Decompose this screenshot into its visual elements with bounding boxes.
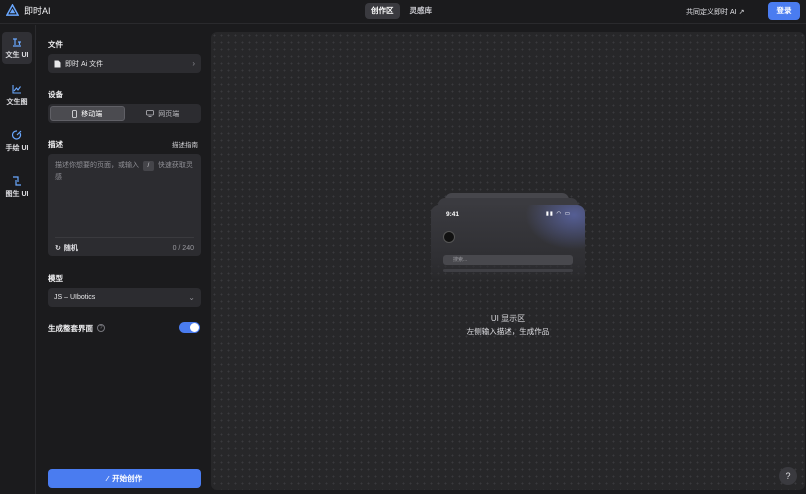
rail-item-sketch-to-ui[interactable]: 手绘 UI: [2, 125, 32, 157]
model-select[interactable]: JS – UIbotics ⌄: [48, 288, 201, 307]
text-to-ui-icon: [13, 37, 21, 47]
app-name: 即时AI: [24, 6, 51, 16]
model-section-title: 模型: [48, 274, 63, 283]
top-nav: 创作区 灵感库: [365, 3, 438, 19]
device-section-title: 设备: [48, 90, 63, 99]
settings-panel: 文件 即时 Ai 文件 › 设备 移动端 网页端 描述 描述指南 描述你想要的页…: [37, 25, 209, 494]
model-value: JS – UIbotics: [54, 294, 96, 301]
rail-label: 文生 UI: [5, 51, 29, 59]
rail-label: 文生图: [6, 98, 28, 106]
file-icon: [54, 60, 61, 67]
phone-time: 9:41: [446, 211, 460, 218]
char-counter: 0 / 240: [172, 244, 194, 252]
avatar: [443, 231, 455, 243]
tab-create[interactable]: 创作区: [365, 3, 400, 19]
phone-status-icons: ▮▮ ◠ ▭: [545, 211, 571, 217]
rail-item-text-to-ui[interactable]: 文生 UI: [2, 32, 32, 64]
monitor-icon: [146, 110, 155, 117]
magic-wand-icon: ⁄: [106, 474, 109, 483]
rail-item-text-to-image[interactable]: 文生图: [2, 79, 32, 111]
toggle-knob: [190, 323, 199, 332]
phone-preview-illustration: 9:41 ▮▮ ◠ ▭ 搜索...: [431, 193, 585, 283]
canvas-title: UI 显示区: [490, 314, 526, 323]
tab-inspiration[interactable]: 灵感库: [404, 3, 439, 19]
rail-item-image-to-ui[interactable]: 图生 UI: [2, 171, 32, 203]
phone-card-front: 9:41 ▮▮ ◠ ▭ 搜索...: [431, 205, 585, 283]
help-circle-icon[interactable]: ?: [97, 324, 105, 332]
mode-rail: 文生 UI 文生图 手绘 UI 图生 UI: [0, 25, 36, 494]
description-footer: ↻ 随机 0 / 240: [55, 237, 194, 253]
device-option-mobile[interactable]: 移动端: [50, 106, 125, 121]
slash-shortcut-key: /: [142, 161, 154, 171]
external-link-icon: ↗: [738, 9, 745, 16]
random-button[interactable]: ↻ 随机: [55, 243, 173, 253]
description-textarea[interactable]: 描述你想要的页面，或输入 / 快速获取灵感 ↻ 随机 0 / 240: [48, 154, 201, 256]
file-name: 即时 Ai 文件: [65, 60, 104, 68]
description-section-title: 描述: [48, 140, 63, 149]
placeholder-text-1: 描述你想要的页面，或输入: [55, 162, 139, 169]
top-bar: 即时AI 创作区 灵感库 共同定义即时 AI ↗ 登录: [0, 0, 806, 24]
mobile-icon: [72, 109, 78, 118]
device-option-web[interactable]: 网页端: [127, 106, 200, 121]
app-logo-icon: [6, 4, 19, 16]
chevron-down-icon: ⌄: [188, 293, 195, 302]
full-interface-row: 生成整套界面 ?: [48, 322, 201, 334]
sketch-icon: [12, 129, 22, 140]
co-define-link[interactable]: 共同定义即时 AI ↗: [686, 7, 744, 17]
image-gen-icon: [12, 84, 21, 94]
canvas-subtitle: 左侧输入描述，生成作品: [466, 327, 550, 336]
file-selector[interactable]: 即时 Ai 文件 ›: [48, 54, 201, 73]
brand[interactable]: 即时AI: [6, 4, 51, 17]
co-define-label: 共同定义即时 AI: [686, 9, 737, 16]
full-interface-label: 生成整套界面: [48, 323, 93, 333]
full-interface-toggle[interactable]: [179, 322, 200, 333]
help-button[interactable]: ?: [779, 467, 797, 485]
phone-content-line: [443, 269, 573, 272]
phone-search-bar: 搜索...: [443, 255, 573, 265]
rail-label: 图生 UI: [5, 190, 29, 198]
random-label: 随机: [63, 245, 78, 252]
start-create-label: 开始创作: [112, 474, 143, 483]
refresh-icon: ↻: [55, 245, 61, 252]
ui-display-canvas: 9:41 ▮▮ ◠ ▭ 搜索... UI 显示区 左侧输入描述，生成作品: [211, 32, 805, 490]
device-option-label: 网页端: [158, 110, 180, 118]
image-to-ui-icon: [13, 175, 21, 186]
chevron-right-icon: ›: [192, 59, 195, 68]
rail-label: 手绘 UI: [5, 144, 29, 152]
start-create-button[interactable]: ⁄ 开始创作: [48, 469, 201, 488]
description-placeholder: 描述你想要的页面，或输入 / 快速获取灵感: [55, 160, 195, 184]
description-guide-link[interactable]: 描述指南: [172, 139, 198, 149]
device-toggle: 移动端 网页端: [48, 104, 201, 123]
login-button[interactable]: 登录: [768, 2, 800, 20]
device-option-label: 移动端: [81, 110, 103, 118]
file-section-title: 文件: [48, 40, 63, 49]
